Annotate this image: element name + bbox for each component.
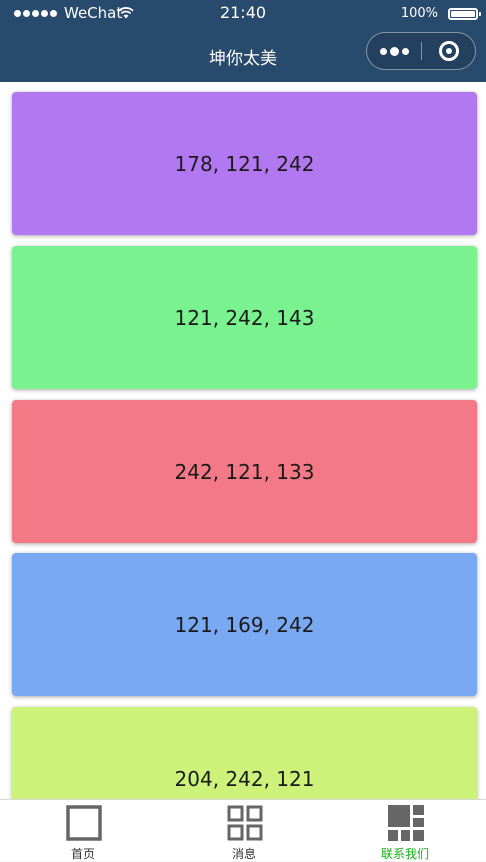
grid-blocks-icon	[388, 805, 424, 841]
more-menu-button[interactable]	[367, 33, 421, 69]
grid-four-icon	[227, 805, 263, 841]
battery-icon	[448, 8, 481, 20]
navigation-bar: 坤你太美	[0, 28, 486, 82]
color-card-label: 204, 242, 121	[174, 766, 315, 791]
card-list[interactable]: 178, 121, 242 121, 242, 143 242, 121, 13…	[0, 82, 486, 799]
tab-home[interactable]: 首页	[2, 800, 164, 861]
tab-label: 联系我们	[380, 847, 429, 861]
color-card-label: 242, 121, 133	[174, 459, 315, 484]
battery-percentage: 100%	[400, 6, 438, 21]
color-card-label: 178, 121, 242	[174, 151, 315, 176]
color-card-label: 121, 242, 143	[174, 305, 315, 330]
tab-bar: 首页 消息 联系我们	[0, 799, 486, 861]
more-dots-icon	[389, 46, 399, 56]
close-mini-program-button[interactable]	[422, 33, 476, 69]
color-card[interactable]: 121, 242, 143	[12, 246, 477, 389]
mini-program-capsule	[366, 32, 476, 70]
status-bar: WeChat 21:40 100%	[0, 0, 486, 28]
color-card[interactable]: 121, 169, 242	[12, 553, 477, 696]
color-card[interactable]: 204, 242, 121	[12, 707, 477, 799]
target-circle-icon	[439, 41, 459, 61]
tab-label: 首页	[70, 847, 95, 861]
square-outline-icon	[66, 805, 102, 841]
tab-contact-us[interactable]: 联系我们	[324, 800, 486, 861]
more-dots-icon	[379, 47, 387, 55]
color-card[interactable]: 178, 121, 242	[12, 92, 477, 235]
color-card-label: 121, 169, 242	[174, 612, 315, 637]
more-dots-icon	[401, 47, 409, 55]
color-card[interactable]: 242, 121, 133	[12, 400, 477, 543]
tab-label: 消息	[231, 847, 256, 861]
tab-messages[interactable]: 消息	[163, 800, 325, 861]
